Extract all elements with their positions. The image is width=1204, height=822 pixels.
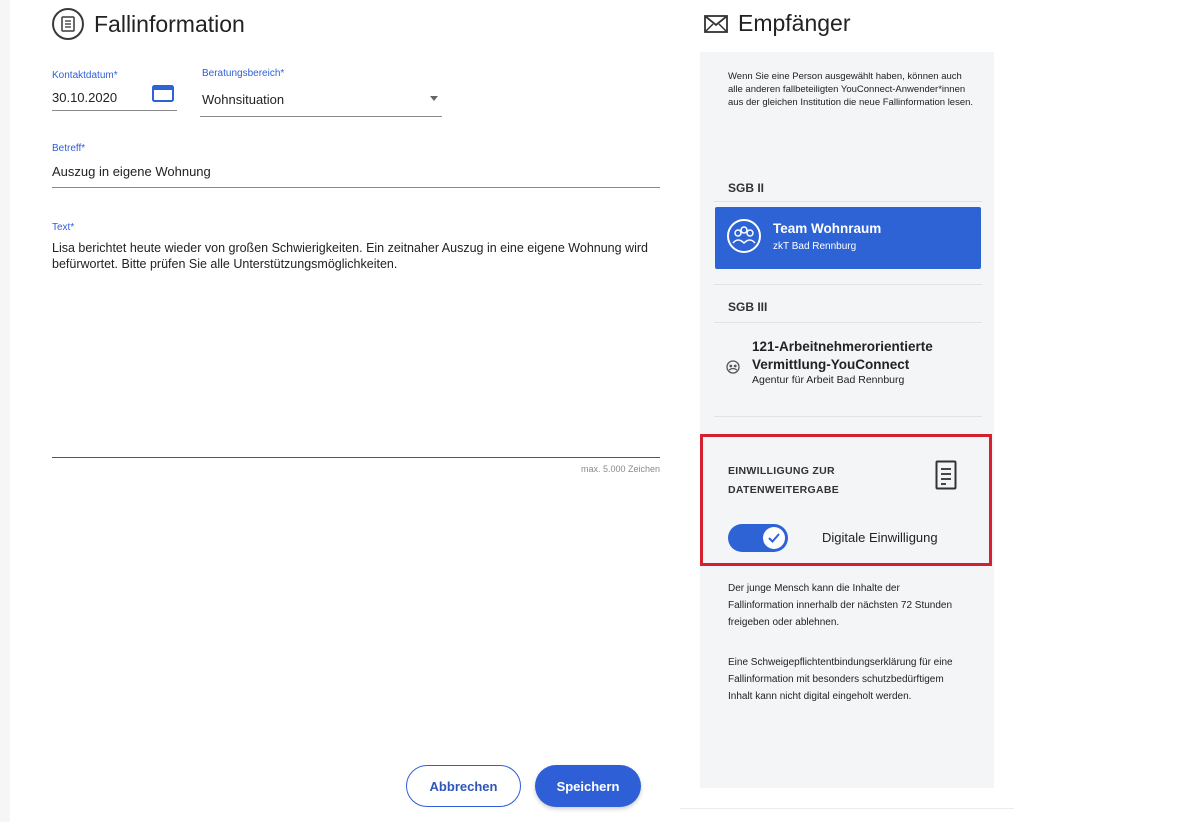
right-margin	[1014, 0, 1204, 822]
team-org: zkT Bad Rennburg	[773, 241, 857, 252]
team-icon	[727, 219, 761, 253]
max-chars-hint: max. 5.000 Zeichen	[580, 464, 660, 474]
text-underline	[52, 457, 660, 458]
document-icon	[935, 460, 957, 495]
digital-consent-toggle[interactable]	[728, 524, 788, 552]
chevron-down-icon[interactable]	[430, 96, 438, 101]
agency-org: Agentur für Arbeit Bad Rennburg	[752, 374, 905, 386]
divider	[714, 416, 982, 417]
divider	[714, 201, 982, 202]
subject-label: Betreff*	[52, 143, 86, 154]
divider	[714, 322, 982, 323]
document-list-icon	[52, 8, 84, 40]
contact-date-input[interactable]: 30.10.2020	[52, 90, 117, 105]
team-name: Team Wohnraum	[773, 221, 882, 236]
consent-note: Der junge Mensch kann die Inhalte der Fa…	[728, 583, 953, 628]
team-icon	[726, 360, 740, 379]
recipients-title: Empfänger	[738, 10, 851, 36]
text-label: Text*	[52, 222, 75, 233]
sgb2-label: SGB II	[728, 181, 765, 195]
cancel-button[interactable]: Abbrechen	[406, 765, 521, 807]
case-title: Fallinformation	[94, 10, 245, 37]
area-label: Beratungsbereich*	[202, 68, 285, 79]
area-underline	[200, 116, 442, 117]
recipient-team-card[interactable]: Team Wohnraum zkT Bad Rennburg	[715, 207, 981, 269]
recipients-info: Wenn Sie eine Person ausgewählt haben, k…	[728, 71, 974, 108]
sgb3-label: SGB III	[728, 300, 768, 314]
area-select[interactable]: Wohnsituation	[202, 92, 284, 107]
consent-note: Eine Schweigepflichtentbindungserklärung…	[728, 657, 953, 702]
agency-name[interactable]: 121-Arbeitnehmerorientierte Vermittlung-…	[752, 338, 982, 374]
contact-date-label: Kontaktdatum*	[52, 70, 118, 81]
checkmark-icon	[763, 527, 785, 549]
text-area[interactable]: Lisa berichtet heute wieder von großen S…	[52, 240, 652, 272]
recipients-header: Empfänger	[704, 10, 851, 37]
subject-underline	[52, 187, 660, 188]
mail-icon	[704, 14, 728, 33]
left-margin	[0, 0, 10, 822]
case-header: Fallinformation	[52, 8, 245, 40]
digital-consent-label: Digitale Einwilligung	[822, 530, 938, 545]
calendar-icon[interactable]	[152, 84, 174, 107]
consent-title: EINWILLIGUNG ZUR DATENWEITERGABE	[728, 465, 840, 496]
contact-date-underline	[52, 110, 177, 111]
divider	[714, 284, 982, 285]
save-button[interactable]: Speichern	[535, 765, 641, 807]
subject-input[interactable]: Auszug in eigene Wohnung	[52, 164, 211, 179]
